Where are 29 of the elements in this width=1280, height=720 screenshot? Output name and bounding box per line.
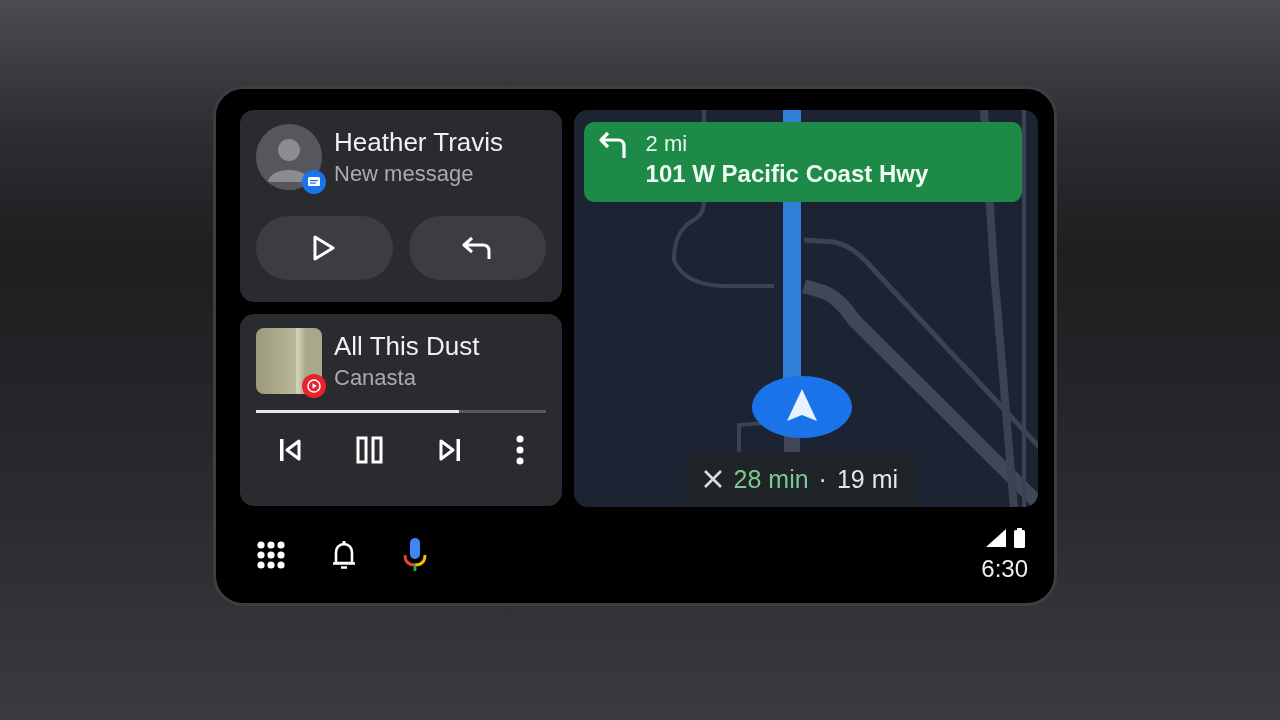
album-art-placeholder <box>256 328 322 394</box>
song-title: All This Dust <box>334 330 480 363</box>
close-button[interactable] <box>701 468 724 490</box>
microphone-button[interactable] <box>402 537 428 573</box>
skip-previous-icon <box>278 437 302 463</box>
message-badge-icon <box>302 170 326 194</box>
more-vertical-icon <box>515 435 524 465</box>
artist-name: Canasta <box>334 364 417 392</box>
reply-arrow-icon <box>461 235 494 261</box>
bell-icon <box>330 539 358 571</box>
message-subtitle: New message <box>334 160 475 188</box>
microphone-icon <box>402 537 428 573</box>
notifications-button[interactable] <box>330 539 358 571</box>
app-launcher-button[interactable] <box>256 540 286 570</box>
close-icon <box>701 468 724 490</box>
clock-time: 6:30 <box>981 555 1028 583</box>
music-app-badge-icon <box>302 374 326 398</box>
street-name: 101 W Pacific Coast Hwy <box>645 159 929 189</box>
signal-battery-icon <box>984 527 1028 549</box>
trip-distance: 19 mi <box>836 464 899 494</box>
separator-dot: · <box>818 464 827 494</box>
skip-next-icon <box>437 437 462 463</box>
pause-icon <box>355 436 384 464</box>
app-grid-icon <box>256 540 286 570</box>
sender-name: Heather Travis <box>334 126 504 159</box>
trip-duration: 28 min <box>733 464 809 494</box>
avatar-silhouette-icon <box>256 124 322 190</box>
turn-distance: 2 mi <box>645 130 689 158</box>
map-view[interactable]: 2 mi 101 W Pacific Coast Hwy 28 min · 19 mi <box>573 110 1038 507</box>
